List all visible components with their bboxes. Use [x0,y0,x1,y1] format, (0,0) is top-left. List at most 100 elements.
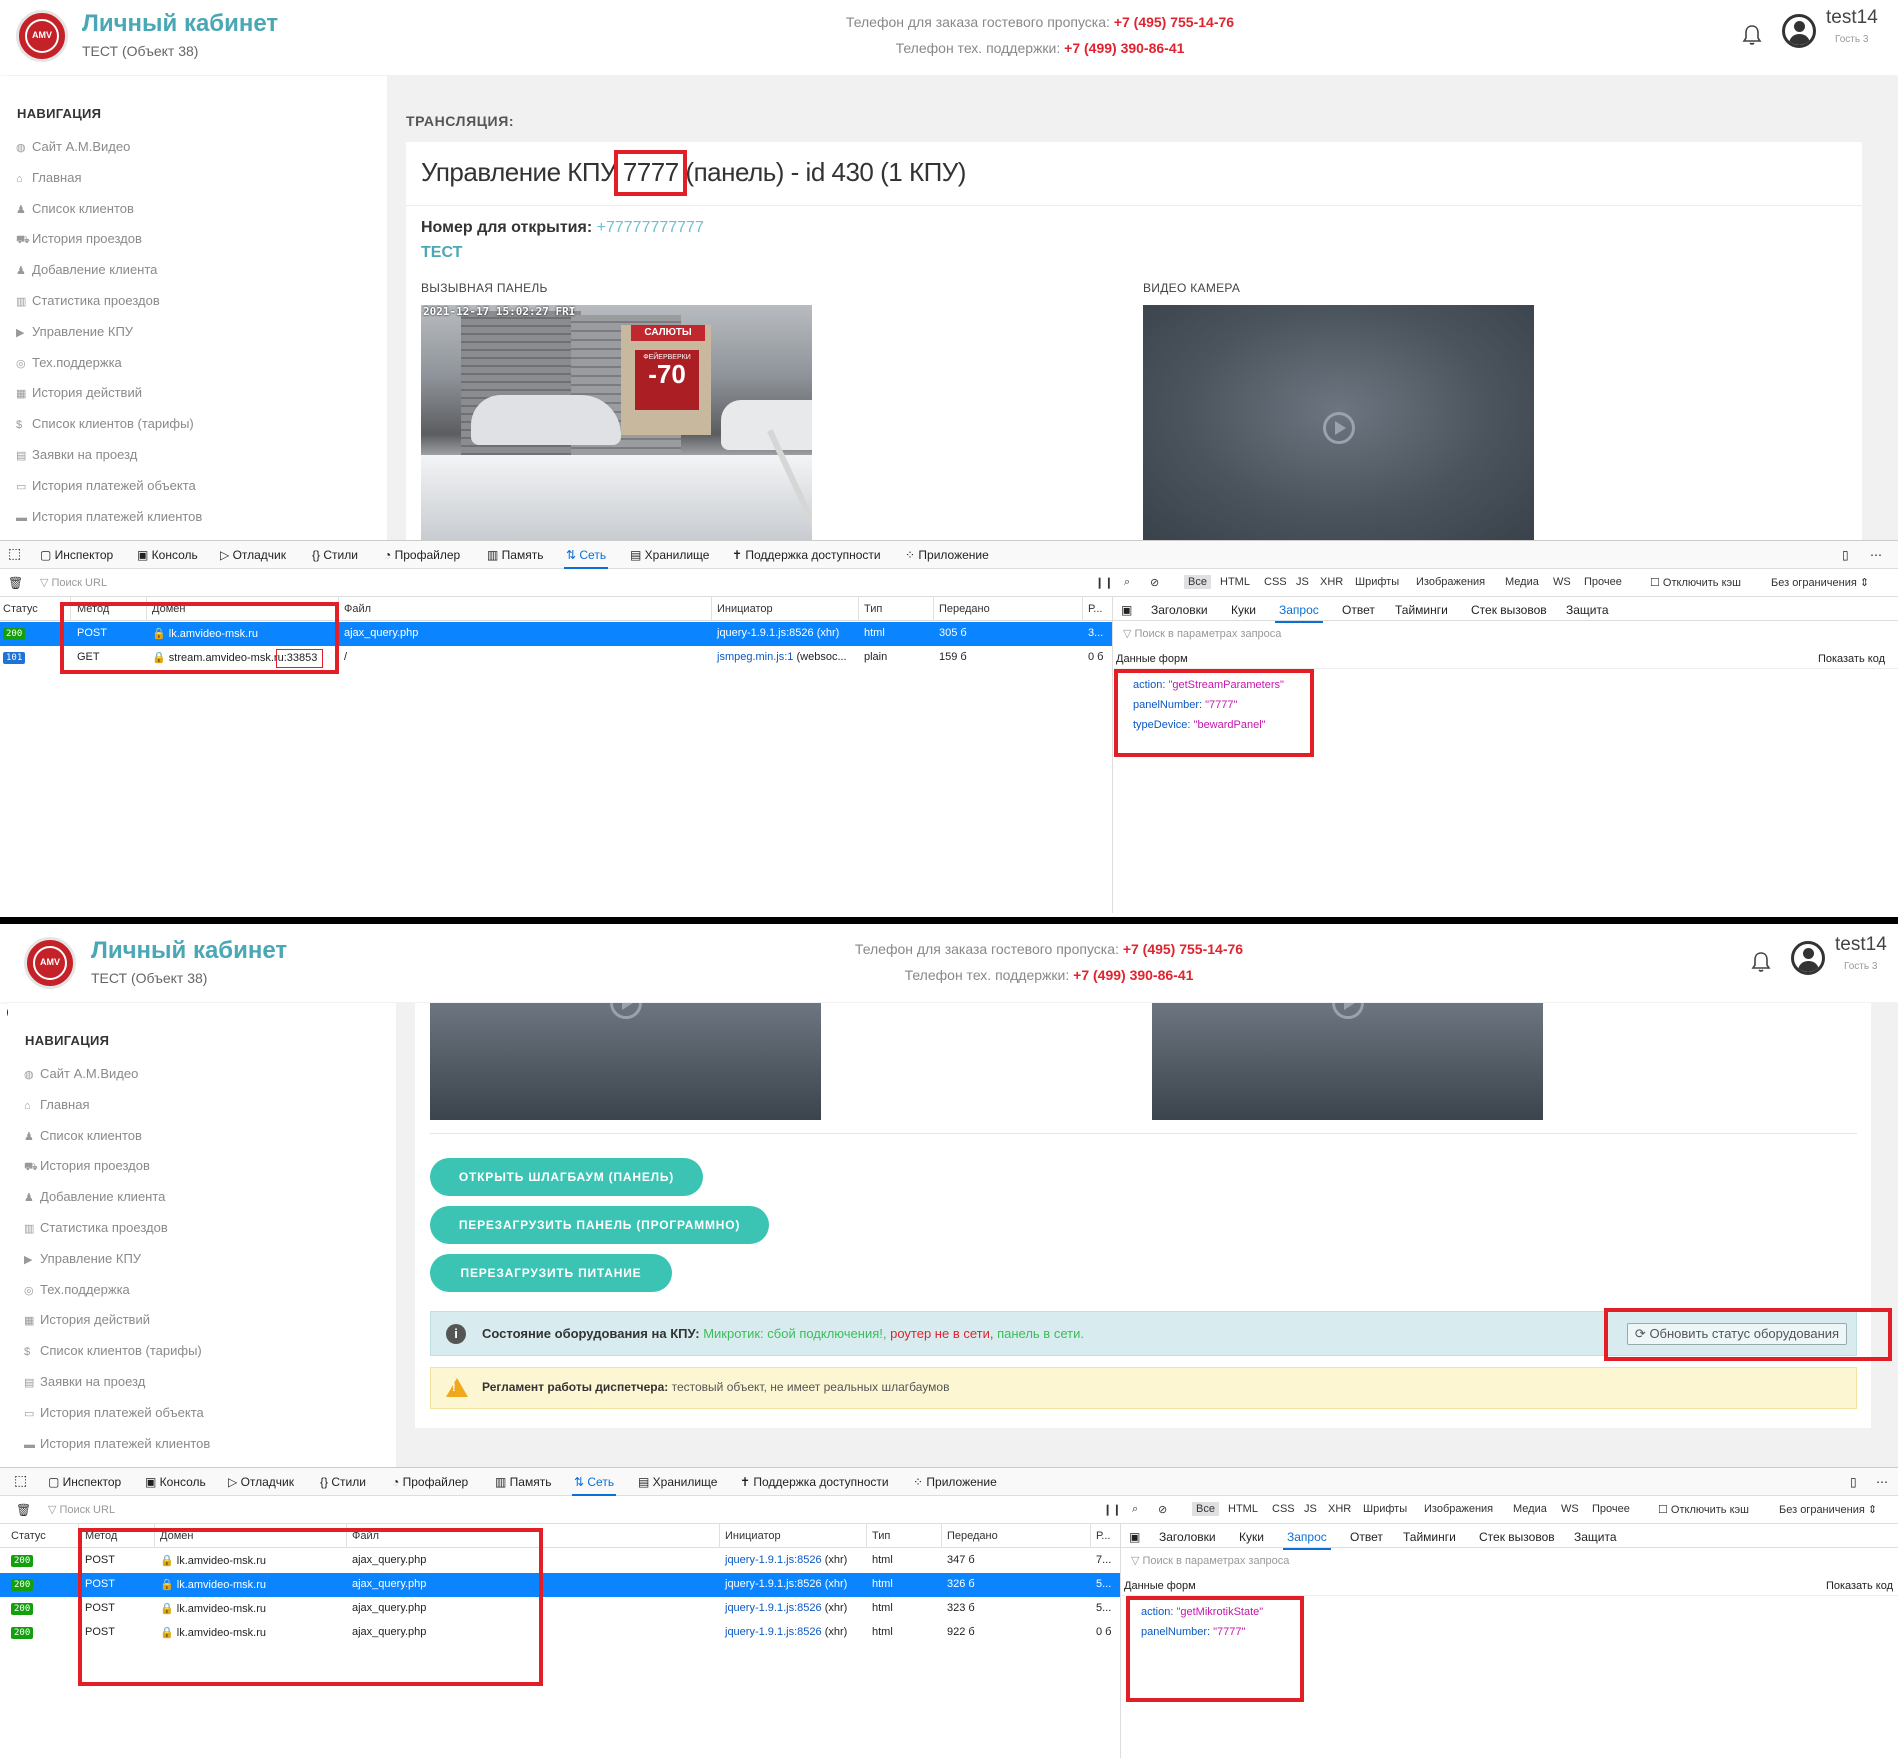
tab-network[interactable]: ⇅ Сеть [571,1475,617,1496]
row-initiator-link[interactable]: jquery-1.9.1.js:8526 [725,1554,822,1566]
tab-headers[interactable]: Заголовки [1151,603,1208,617]
row-initiator[interactable]: jquery-1.9.1.js:8526 (xhr) [725,1554,847,1566]
filter-images[interactable]: Изображения [1416,576,1485,588]
tab-stack[interactable]: Стек вызовов [1479,1530,1555,1544]
site-logo[interactable]: AMV [16,10,68,62]
sidebar-item-support[interactable]: ◎ Тех.поддержка [24,1282,130,1304]
show-code-toggle[interactable]: Показать код [1818,653,1885,665]
col-transferred[interactable]: Передано [947,1530,998,1542]
col-status[interactable]: Статус [3,603,38,615]
tab-styles[interactable]: {} Стили [312,548,358,562]
sidebar-item-clients[interactable]: ♟ Список клиентов [24,1128,142,1150]
open-number-value[interactable]: +77777777777 [597,219,704,236]
tab-headers[interactable]: Заголовки [1159,1530,1216,1544]
tab-timings[interactable]: Тайминги [1403,1530,1456,1544]
tab-stack[interactable]: Стек вызовов [1471,603,1547,617]
row-initiator-link[interactable]: jquery-1.9.1.js:8526 [725,1626,822,1638]
sidebar-item-support[interactable]: ◎ Тех.поддержка [16,355,122,377]
filter-html[interactable]: HTML [1228,1503,1258,1515]
filter-media[interactable]: Медиа [1505,576,1539,588]
avatar-icon[interactable] [1782,14,1816,48]
pause-icon[interactable]: ❙❙ [1095,576,1113,589]
site-title[interactable]: Личный кабинет [82,10,278,38]
pick-element-icon[interactable]: ⬚ [8,545,21,562]
filter-js[interactable]: JS [1304,1503,1317,1515]
col-file[interactable]: Файл [344,603,371,615]
url-filter-input[interactable]: ▽ Поиск URL [40,576,107,589]
filter-all[interactable]: Все [1192,1502,1219,1516]
tab-application[interactable]: ⁘ Приложение [913,1475,997,1489]
avatar-icon[interactable] [1791,941,1825,975]
sidebar-item-add-client[interactable]: ♟ Добавление клиента [24,1189,165,1211]
bell-icon[interactable] [1742,24,1762,46]
tab-application[interactable]: ⁘ Приложение [905,548,989,562]
filter-other[interactable]: Прочее [1592,1503,1630,1515]
filter-other[interactable]: Прочее [1584,576,1622,588]
row-initiator-link[interactable]: jquery-1.9.1.js:8526 [717,627,814,639]
sidebar-item-kpu[interactable]: ▶ Управление КПУ [24,1251,141,1273]
block-icon[interactable]: ⊘ [1150,576,1159,589]
tab-memory[interactable]: ▥ Память [487,548,543,562]
col-size[interactable]: Р... [1088,603,1102,615]
filter-xhr[interactable]: XHR [1320,576,1343,588]
tab-inspector[interactable]: ▢ Инспектор [40,548,113,562]
panel-toggle-icon[interactable]: ▣ [1121,603,1132,617]
tab-security[interactable]: Защита [1566,603,1609,617]
tab-storage[interactable]: ▤ Хранилище [630,548,709,562]
play-icon[interactable] [1323,412,1355,444]
open-barrier-button[interactable]: ОТКРЫТЬ ШЛАГБАУМ (ПАНЕЛЬ) [430,1158,703,1196]
sidebar-item-home[interactable]: ⌂ Главная [24,1097,89,1119]
video-camera-player[interactable] [1152,1003,1543,1120]
tab-cookies[interactable]: Куки [1231,603,1256,617]
search-icon[interactable]: ⌕ [1124,576,1130,589]
tab-security[interactable]: Защита [1574,1530,1617,1544]
tab-request[interactable]: Запрос [1283,1530,1331,1550]
sidebar-item-stats[interactable]: ▥ Статистика проездов [24,1220,168,1242]
row-initiator-link[interactable]: jquery-1.9.1.js:8526 [725,1602,822,1614]
sidebar-item-requests[interactable]: ▤ Заявки на проезд [16,447,137,469]
tab-cookies[interactable]: Куки [1239,1530,1264,1544]
reboot-panel-button[interactable]: ПЕРЕЗАГРУЗИТЬ ПАНЕЛЬ (ПРОГРАММНО) [430,1206,769,1244]
sidebar-item-site[interactable]: ◍ Сайт А.М.Видео [16,139,130,161]
sidebar-item-stats[interactable]: ▥ Статистика проездов [16,293,160,315]
username[interactable]: test14 [1835,934,1887,956]
filter-images[interactable]: Изображения [1424,1503,1493,1515]
sidebar-item-object-payments[interactable]: ▭ История платежей объекта [24,1405,204,1427]
tab-memory[interactable]: ▥ Память [495,1475,551,1489]
url-filter-input[interactable]: ▽ Поиск URL [48,1503,115,1516]
sidebar-item-kpu[interactable]: ▶ Управление КПУ [16,324,133,346]
tab-accessibility[interactable]: ✝ Поддержка доступности [740,1475,889,1489]
row-initiator[interactable]: jsmpeg.min.js:1 (websoc... [717,651,847,663]
tab-profiler[interactable]: ◔ Профайлер [392,1475,468,1489]
tab-styles[interactable]: {} Стили [320,1475,366,1489]
phone-support[interactable]: +7 (499) 390-86-41 [1073,967,1193,983]
play-icon[interactable] [610,1003,642,1019]
trash-icon[interactable]: 🗑 [8,576,23,590]
tab-console[interactable]: ▣ Консоль [137,548,198,562]
video-camera-player[interactable] [1143,305,1534,540]
site-logo[interactable]: AMV [24,937,76,989]
tab-accessibility[interactable]: ✝ Поддержка доступности [732,548,881,562]
tab-response[interactable]: Ответ [1350,1530,1383,1544]
sidebar-item-clients[interactable]: ♟ Список клиентов [16,201,134,223]
tab-network[interactable]: ⇅ Сеть [563,548,609,569]
sidebar-item-client-payments[interactable]: ▬ История платежей клиентов [24,1436,210,1458]
sidebar-item-object-payments[interactable]: ▭ История платежей объекта [16,478,196,500]
tab-console[interactable]: ▣ Консоль [145,1475,206,1489]
reboot-power-button[interactable]: ПЕРЕЗАГРУЗИТЬ ПИТАНИЕ [430,1254,672,1292]
row-initiator[interactable]: jquery-1.9.1.js:8526 (xhr) [725,1626,847,1638]
filter-fonts[interactable]: Шрифты [1355,576,1399,588]
sidebar-item-add-client[interactable]: ♟ Добавление клиента [16,262,157,284]
sidebar-item-history[interactable]: ⛟ История проездов [16,231,142,253]
filter-js[interactable]: JS [1296,576,1309,588]
sidebar-item-history[interactable]: ⛟ История проездов [24,1158,150,1180]
col-type[interactable]: Тип [864,603,882,615]
row-initiator[interactable]: jquery-1.9.1.js:8526 (xhr) [725,1602,847,1614]
pick-element-icon[interactable]: ⬚ [14,1472,27,1489]
filter-fonts[interactable]: Шрифты [1363,1503,1407,1515]
row-initiator-link[interactable]: jsmpeg.min.js:1 [717,651,793,663]
col-initiator[interactable]: Инициатор [725,1530,781,1542]
disable-cache-checkbox[interactable]: ☐ Отключить кэш [1658,1503,1749,1516]
params-search-input[interactable]: ▽ Поиск в параметрах запроса [1131,1554,1289,1567]
block-icon[interactable]: ⊘ [1158,1503,1167,1516]
